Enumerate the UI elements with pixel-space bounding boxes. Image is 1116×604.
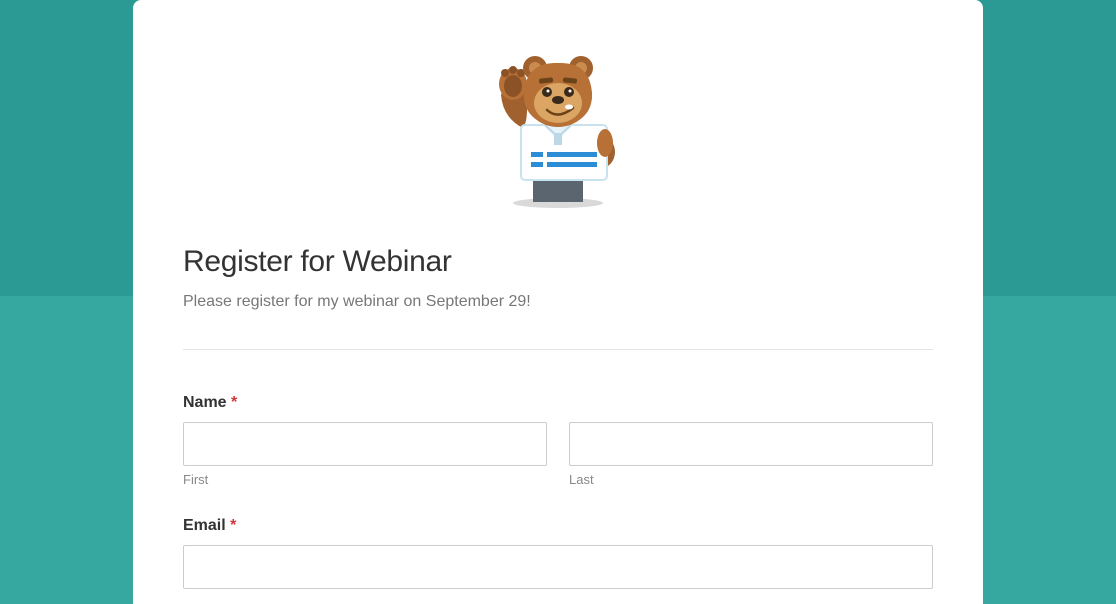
name-row: First Last	[183, 422, 933, 487]
name-label-text: Name	[183, 394, 227, 411]
required-mark: *	[231, 394, 237, 411]
email-label: Email *	[183, 517, 933, 535]
email-label-text: Email	[183, 517, 226, 534]
email-input[interactable]	[183, 545, 933, 589]
email-field: Email *	[183, 517, 933, 589]
required-mark: *	[230, 517, 236, 534]
form-card: Register for Webinar Please register for…	[133, 0, 983, 604]
divider	[183, 349, 933, 350]
first-name-input[interactable]	[183, 422, 547, 466]
bear-mascot-icon	[483, 40, 633, 210]
name-label: Name *	[183, 394, 933, 412]
mascot-container	[183, 30, 933, 245]
first-name-col: First	[183, 422, 547, 487]
last-name-sublabel: Last	[569, 472, 933, 487]
form-description: Please register for my webinar on Septem…	[183, 293, 933, 311]
form-title: Register for Webinar	[183, 245, 933, 279]
last-name-col: Last	[569, 422, 933, 487]
last-name-input[interactable]	[569, 422, 933, 466]
first-name-sublabel: First	[183, 472, 547, 487]
